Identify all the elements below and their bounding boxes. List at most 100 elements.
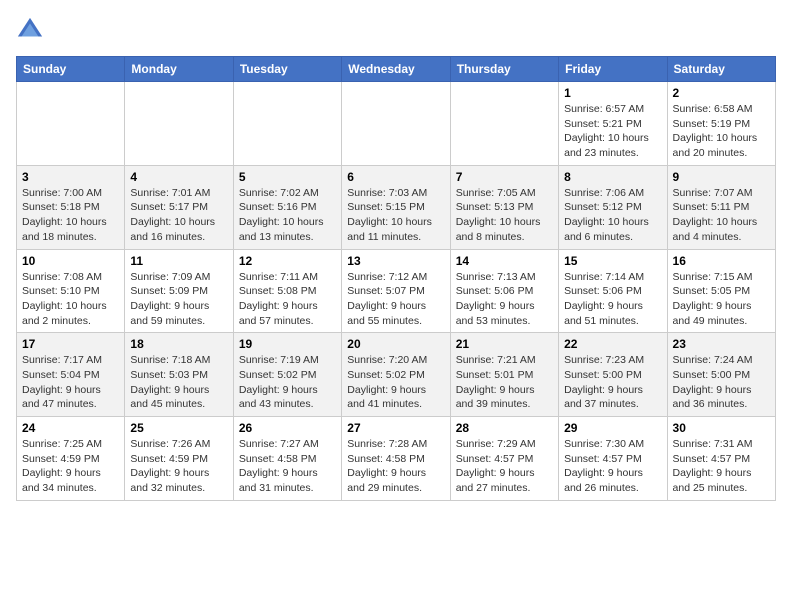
calendar-cell: 6 Sunrise: 7:03 AM Sunset: 5:15 PM Daylig… [342,165,450,249]
day-number: 13 [347,254,444,268]
calendar-cell: 27Sunrise: 7:28 AM Sunset: 4:58 PM Dayli… [342,417,450,501]
weekday-header: Wednesday [342,57,450,82]
calendar-cell [125,82,233,166]
day-info: Sunrise: 7:14 AM Sunset: 5:06 PM Dayligh… [564,270,661,329]
logo-icon [16,16,44,44]
day-number: 22 [564,337,661,351]
calendar-week-row: 3 Sunrise: 7:00 AM Sunset: 5:18 PM Daylig… [17,165,776,249]
day-info: Sunrise: 7:30 AM Sunset: 4:57 PM Dayligh… [564,437,661,496]
calendar-cell: 26 Sunrise: 7:27 AM Sunset: 4:58 PM Dayli… [233,417,341,501]
calendar-week-row: 10 Sunrise: 7:08 AM Sunset: 5:10 PM Dayli… [17,249,776,333]
day-info: Sunrise: 7:24 AM Sunset: 5:00 PM Dayligh… [673,353,770,412]
day-number: 19 [239,337,336,351]
day-number: 15 [564,254,661,268]
calendar-cell: 17 Sunrise: 7:17 AM Sunset: 5:04 PM Dayli… [17,333,125,417]
weekday-header: Thursday [450,57,558,82]
day-number: 3 [22,170,119,184]
day-info: Sunrise: 7:03 AM Sunset: 5:15 PM Dayligh… [347,186,444,245]
calendar-cell: 9 Sunrise: 7:07 AM Sunset: 5:11 PM Daylig… [667,165,775,249]
calendar-cell: 11 Sunrise: 7:09 AM Sunset: 5:09 PM Dayli… [125,249,233,333]
day-number: 28 [456,421,553,435]
day-number: 14 [456,254,553,268]
day-info: Sunrise: 7:18 AM Sunset: 5:03 PM Dayligh… [130,353,227,412]
day-number: 7 [456,170,553,184]
day-info: Sunrise: 7:05 AM Sunset: 5:13 PM Dayligh… [456,186,553,245]
calendar-header-row: SundayMondayTuesdayWednesdayThursdayFrid… [17,57,776,82]
calendar-week-row: 24Sunrise: 7:25 AM Sunset: 4:59 PM Dayli… [17,417,776,501]
day-info: Sunrise: 7:00 AM Sunset: 5:18 PM Dayligh… [22,186,119,245]
calendar-table: SundayMondayTuesdayWednesdayThursdayFrid… [16,56,776,501]
calendar-week-row: 17 Sunrise: 7:17 AM Sunset: 5:04 PM Dayli… [17,333,776,417]
logo [16,16,48,44]
day-info: Sunrise: 6:58 AM Sunset: 5:19 PM Dayligh… [673,102,770,161]
day-number: 30 [673,421,770,435]
day-info: Sunrise: 7:19 AM Sunset: 5:02 PM Dayligh… [239,353,336,412]
day-info: Sunrise: 7:15 AM Sunset: 5:05 PM Dayligh… [673,270,770,329]
day-info: Sunrise: 7:13 AM Sunset: 5:06 PM Dayligh… [456,270,553,329]
calendar-cell [233,82,341,166]
calendar-cell: 5 Sunrise: 7:02 AM Sunset: 5:16 PM Daylig… [233,165,341,249]
day-number: 1 [564,86,661,100]
calendar-cell: 23Sunrise: 7:24 AM Sunset: 5:00 PM Dayli… [667,333,775,417]
day-info: Sunrise: 7:23 AM Sunset: 5:00 PM Dayligh… [564,353,661,412]
day-number: 9 [673,170,770,184]
day-info: Sunrise: 7:12 AM Sunset: 5:07 PM Dayligh… [347,270,444,329]
day-info: Sunrise: 6:57 AM Sunset: 5:21 PM Dayligh… [564,102,661,161]
calendar-cell [17,82,125,166]
day-number: 10 [22,254,119,268]
calendar-cell: 8 Sunrise: 7:06 AM Sunset: 5:12 PM Daylig… [559,165,667,249]
day-info: Sunrise: 7:02 AM Sunset: 5:16 PM Dayligh… [239,186,336,245]
day-number: 21 [456,337,553,351]
calendar-cell: 25 Sunrise: 7:26 AM Sunset: 4:59 PM Dayli… [125,417,233,501]
day-info: Sunrise: 7:29 AM Sunset: 4:57 PM Dayligh… [456,437,553,496]
weekday-header: Saturday [667,57,775,82]
day-number: 25 [130,421,227,435]
weekday-header: Friday [559,57,667,82]
calendar-cell: 3 Sunrise: 7:00 AM Sunset: 5:18 PM Daylig… [17,165,125,249]
day-info: Sunrise: 7:27 AM Sunset: 4:58 PM Dayligh… [239,437,336,496]
day-number: 18 [130,337,227,351]
day-info: Sunrise: 7:07 AM Sunset: 5:11 PM Dayligh… [673,186,770,245]
day-number: 2 [673,86,770,100]
calendar-cell: 21 Sunrise: 7:21 AM Sunset: 5:01 PM Dayli… [450,333,558,417]
day-info: Sunrise: 7:26 AM Sunset: 4:59 PM Dayligh… [130,437,227,496]
day-info: Sunrise: 7:25 AM Sunset: 4:59 PM Dayligh… [22,437,119,496]
calendar-cell: 24Sunrise: 7:25 AM Sunset: 4:59 PM Dayli… [17,417,125,501]
calendar-cell: 12Sunrise: 7:11 AM Sunset: 5:08 PM Dayli… [233,249,341,333]
page-header [16,16,776,44]
calendar-cell [342,82,450,166]
calendar-cell: 2 Sunrise: 6:58 AM Sunset: 5:19 PM Daylig… [667,82,775,166]
weekday-header: Tuesday [233,57,341,82]
day-number: 16 [673,254,770,268]
day-number: 29 [564,421,661,435]
calendar-cell: 15 Sunrise: 7:14 AM Sunset: 5:06 PM Dayli… [559,249,667,333]
day-number: 5 [239,170,336,184]
day-info: Sunrise: 7:20 AM Sunset: 5:02 PM Dayligh… [347,353,444,412]
calendar-cell: 4 Sunrise: 7:01 AM Sunset: 5:17 PM Daylig… [125,165,233,249]
weekday-header: Sunday [17,57,125,82]
day-number: 11 [130,254,227,268]
calendar-cell: 30Sunrise: 7:31 AM Sunset: 4:57 PM Dayli… [667,417,775,501]
day-number: 12 [239,254,336,268]
calendar-cell: 14 Sunrise: 7:13 AM Sunset: 5:06 PM Dayli… [450,249,558,333]
day-info: Sunrise: 7:28 AM Sunset: 4:58 PM Dayligh… [347,437,444,496]
day-info: Sunrise: 7:21 AM Sunset: 5:01 PM Dayligh… [456,353,553,412]
calendar-cell: 29 Sunrise: 7:30 AM Sunset: 4:57 PM Dayli… [559,417,667,501]
day-number: 26 [239,421,336,435]
calendar-cell: 20Sunrise: 7:20 AM Sunset: 5:02 PM Dayli… [342,333,450,417]
day-info: Sunrise: 7:09 AM Sunset: 5:09 PM Dayligh… [130,270,227,329]
day-number: 8 [564,170,661,184]
calendar-cell: 10 Sunrise: 7:08 AM Sunset: 5:10 PM Dayli… [17,249,125,333]
calendar-cell: 13 Sunrise: 7:12 AM Sunset: 5:07 PM Dayli… [342,249,450,333]
calendar-cell: 7 Sunrise: 7:05 AM Sunset: 5:13 PM Daylig… [450,165,558,249]
calendar-cell: 22 Sunrise: 7:23 AM Sunset: 5:00 PM Dayli… [559,333,667,417]
day-info: Sunrise: 7:17 AM Sunset: 5:04 PM Dayligh… [22,353,119,412]
day-info: Sunrise: 7:08 AM Sunset: 5:10 PM Dayligh… [22,270,119,329]
day-info: Sunrise: 7:01 AM Sunset: 5:17 PM Dayligh… [130,186,227,245]
day-number: 4 [130,170,227,184]
calendar-cell: 1 Sunrise: 6:57 AM Sunset: 5:21 PM Daylig… [559,82,667,166]
day-info: Sunrise: 7:06 AM Sunset: 5:12 PM Dayligh… [564,186,661,245]
day-number: 6 [347,170,444,184]
calendar-cell: 19 Sunrise: 7:19 AM Sunset: 5:02 PM Dayli… [233,333,341,417]
day-number: 17 [22,337,119,351]
